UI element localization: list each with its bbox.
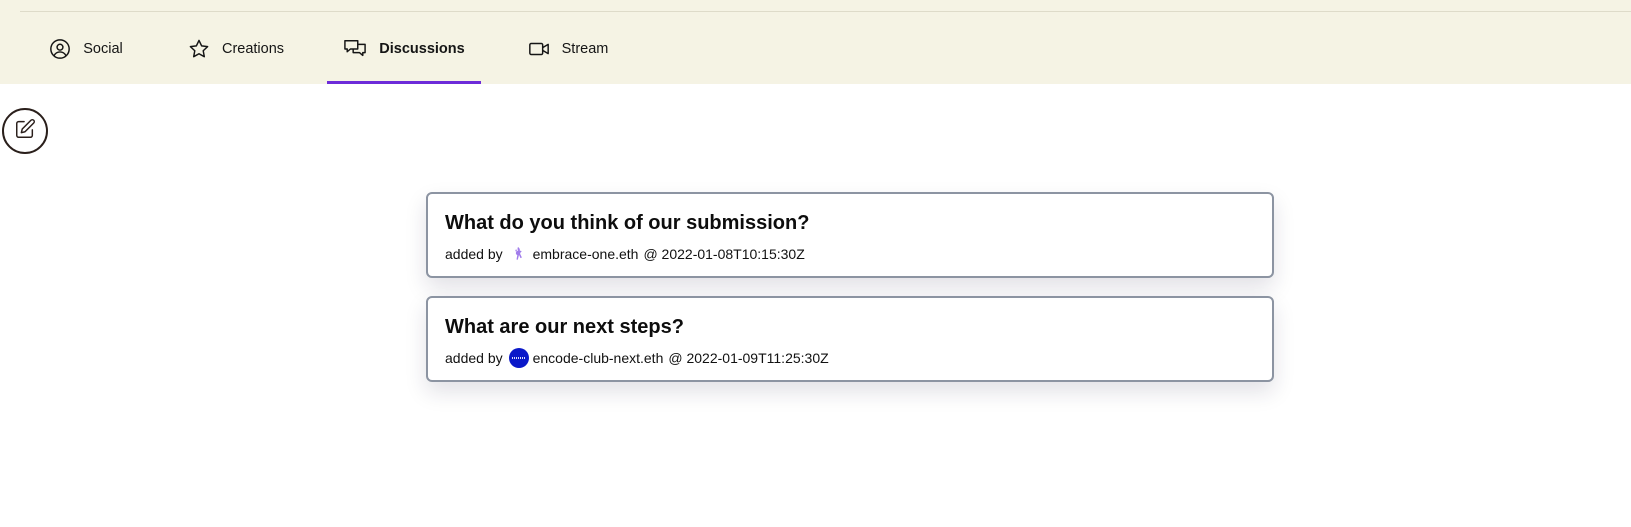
top-navigation: Social Creations Discussions Stream [0, 0, 1631, 84]
encode-avatar-icon [508, 348, 529, 368]
tab-creations[interactable]: Creations [170, 14, 302, 84]
tab-label: Stream [561, 41, 609, 57]
new-discussion-button[interactable] [2, 108, 48, 154]
chat-bubbles-icon [343, 38, 367, 60]
discussion-meta: added by encode-club-next.eth @ 2022-01-… [445, 348, 1256, 368]
discussion-card[interactable]: What do you think of our submission? add… [426, 192, 1274, 278]
video-camera-icon [528, 38, 550, 60]
tab-discussions[interactable]: Discussions [327, 14, 481, 84]
user-circle-icon [49, 38, 71, 60]
author-name[interactable]: embrace-one.eth [533, 244, 639, 264]
added-by-label: added by [445, 246, 503, 262]
star-icon [188, 38, 210, 60]
discussion-card[interactable]: What are our next steps? added by encode… [426, 296, 1274, 382]
discussion-title: What do you think of our submission? [445, 212, 810, 234]
timestamp: @ 2022-01-08T10:15:30Z [643, 246, 805, 262]
discussion-title: What are our next steps? [445, 316, 684, 338]
tab-social[interactable]: Social [26, 14, 146, 84]
added-by-label: added by [445, 350, 503, 366]
tab-stream[interactable]: Stream [514, 14, 622, 84]
encode-logo-mark [511, 357, 526, 359]
author-name[interactable]: encode-club-next.eth [533, 348, 664, 368]
tab-label: Creations [221, 41, 285, 57]
discussion-meta: added by embrace-one.eth @ 2022-01-08T10… [445, 244, 1256, 264]
pencil-square-icon [14, 118, 36, 145]
timestamp: @ 2022-01-09T11:25:30Z [668, 350, 829, 366]
embrace-avatar-icon [508, 244, 529, 264]
header-divider [20, 11, 1631, 12]
tab-label: Discussions [379, 41, 465, 57]
tab-label: Social [83, 41, 123, 57]
